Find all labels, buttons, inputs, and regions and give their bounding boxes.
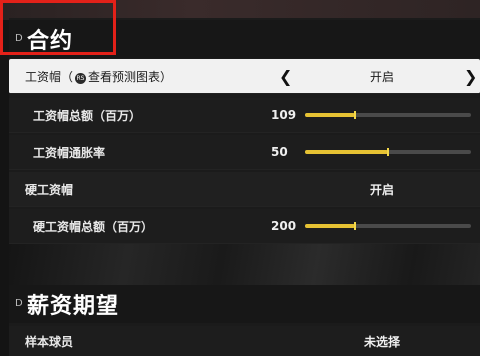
slider-handle[interactable] <box>353 222 356 230</box>
hard-cap-total-label: 硬工资帽总额（百万） <box>33 219 154 234</box>
cap-inflation-row[interactable]: 工资帽通胀率 50 <box>9 135 480 170</box>
slider-fill <box>305 150 388 154</box>
cap-total-slider[interactable] <box>305 111 471 119</box>
section-header-salary-expectations: D 薪资期望 <box>9 285 480 323</box>
cap-total-row[interactable]: 工资帽总额（百万） 109 <box>9 98 480 133</box>
sample-player-value: 未选择 <box>363 334 400 349</box>
section-title: 薪资期望 <box>27 294 120 319</box>
section-marker-icon: D <box>15 298 23 309</box>
chevron-left-icon[interactable]: ❮ <box>279 67 292 86</box>
cap-inflation-label: 工资帽通胀率 <box>33 145 106 160</box>
sample-player-label: 样本球员 <box>25 334 74 349</box>
highlight-box <box>0 0 116 55</box>
chevron-right-icon[interactable]: ❯ <box>464 67 477 86</box>
decorative-band <box>9 244 480 290</box>
hard-cap-total-row[interactable]: 硬工资帽总额（百万） 200 <box>9 209 480 244</box>
salary-cap-value: 开启 <box>369 69 394 84</box>
hard-cap-row[interactable]: 硬工资帽 开启 <box>9 172 480 207</box>
slider-fill <box>305 224 355 228</box>
cap-inflation-slider[interactable] <box>305 148 471 156</box>
salary-cap-label: 工资帽（ RS 查看预测图表） <box>25 69 173 84</box>
slider-handle[interactable] <box>353 111 356 119</box>
slider-handle[interactable] <box>387 148 389 156</box>
salary-cap-row[interactable]: 工资帽（ RS 查看预测图表） ❮ 开启 ❯ <box>9 59 480 94</box>
hard-cap-total-slider[interactable] <box>305 222 471 230</box>
sample-player-row[interactable]: 样本球员 未选择 <box>9 326 480 356</box>
cap-total-value: 109 <box>271 108 297 122</box>
hard-cap-total-value: 200 <box>271 219 297 233</box>
hard-cap-value: 开启 <box>369 182 394 197</box>
rs-button-icon: RS <box>75 72 87 84</box>
hard-cap-label: 硬工资帽 <box>25 182 74 197</box>
slider-fill <box>305 113 355 117</box>
cap-total-label: 工资帽总额（百万） <box>33 108 142 123</box>
cap-inflation-value: 50 <box>271 145 288 159</box>
